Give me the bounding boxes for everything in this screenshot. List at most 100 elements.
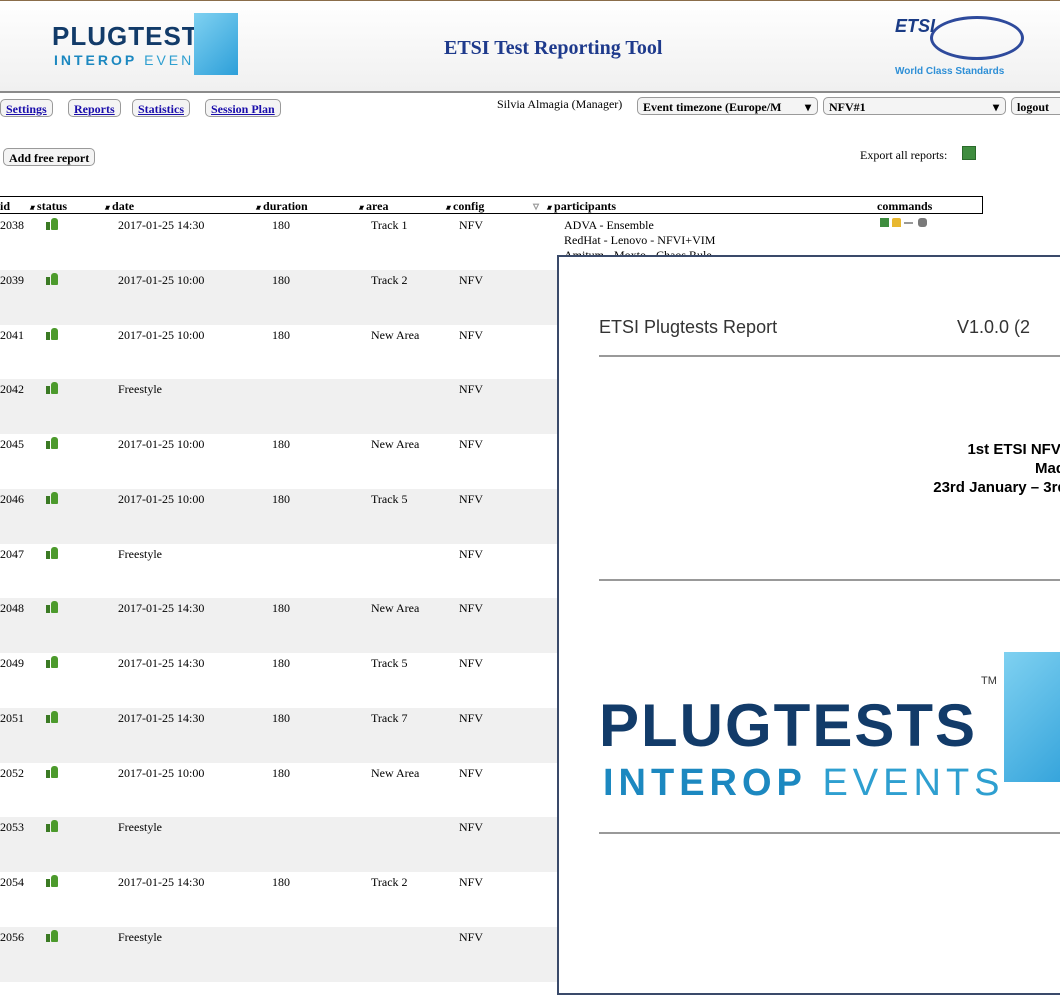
cell-date: 2017-01-25 10:00 — [118, 437, 205, 451]
cell-duration: 180 — [272, 272, 290, 287]
cell-config: NFV — [459, 929, 484, 944]
cell-duration: 180 — [272, 491, 290, 506]
cell-config: NFV — [459, 710, 484, 725]
col-area[interactable]: area — [359, 199, 388, 214]
cell-area: New Area — [371, 601, 420, 616]
cell-config: NFV — [459, 765, 484, 780]
preview-logo-subtitle: INTEROP EVENTS — [603, 762, 1005, 804]
cell-id[interactable]: 2038 — [0, 218, 24, 233]
cell-id[interactable]: 2049 — [0, 656, 24, 671]
filter-icon[interactable]: ▿ — [533, 199, 539, 214]
cell-date: 2017-01-25 14:30 — [118, 218, 205, 232]
cell-date: 2017-01-25 10:00 — [118, 765, 205, 780]
preview-divider — [599, 355, 1060, 357]
plugtests-arrow-icon — [194, 13, 238, 75]
event-select[interactable]: NFV#1 — [823, 97, 1006, 116]
lock-icon[interactable] — [892, 218, 901, 227]
cell-area: Track 5 — [371, 491, 408, 506]
preview-divider — [599, 579, 1060, 581]
cell-area: Track 5 — [371, 656, 408, 670]
cell-id[interactable]: 2048 — [0, 601, 24, 616]
cell-date: 2017-01-25 14:30 — [118, 875, 205, 889]
cell-duration: 180 — [272, 656, 290, 670]
col-commands: commands — [877, 199, 933, 213]
app-header: PLUGTESTS INTEROP EVENTS ETSI Test Repor… — [0, 0, 1060, 93]
logout-button[interactable]: logout — [1011, 97, 1060, 115]
col-duration[interactable]: duration — [256, 199, 308, 214]
cell-date: 2017-01-25 14:30 — [118, 656, 205, 670]
statistics-button[interactable]: Statistics — [132, 99, 190, 117]
table-header: id status date duration area config ▿ pa… — [0, 196, 983, 214]
cell-config: NFV — [459, 875, 484, 889]
cell-area: Track 2 — [371, 272, 408, 287]
timezone-select[interactable]: Event timezone (Europe/M — [637, 97, 818, 115]
cell-duration: 180 — [272, 327, 290, 342]
thumbs-down-icon[interactable] — [918, 218, 927, 227]
thumbs-up-icon — [46, 218, 58, 230]
cell-date: 2017-01-25 10:00 — [118, 272, 205, 287]
minus-icon[interactable] — [904, 222, 913, 224]
plugtests-arrow-icon — [1004, 652, 1060, 782]
col-config[interactable]: config — [446, 199, 484, 214]
col-id[interactable]: id — [0, 199, 10, 214]
preview-plugtests-logo: PLUGTESTS — [599, 692, 978, 759]
etsi-logo: ETSI — [895, 16, 936, 36]
session-plan-button[interactable]: Session Plan — [205, 99, 281, 117]
thumbs-up-icon — [46, 875, 58, 887]
cell-id[interactable]: 2052 — [0, 766, 24, 781]
cell-config: NFV — [459, 218, 484, 232]
cell-config: NFV — [459, 327, 484, 342]
cell-id[interactable]: 2056 — [0, 930, 24, 945]
cell-date: 2017-01-25 14:30 — [118, 601, 205, 616]
cell-duration: 180 — [272, 601, 290, 616]
cell-id[interactable]: 2051 — [0, 711, 24, 726]
cell-id[interactable]: 2041 — [0, 328, 24, 343]
cell-id[interactable]: 2039 — [0, 273, 24, 288]
thumbs-up-icon — [46, 272, 58, 285]
cell-date: Freestyle — [118, 929, 162, 944]
thumbs-up-icon — [46, 491, 58, 504]
cell-area: New Area — [371, 765, 420, 780]
excel-icon[interactable] — [880, 218, 889, 227]
cell-config: NFV — [459, 820, 484, 835]
preview-title: ETSI Plugtests Report — [599, 317, 778, 337]
thumbs-up-icon — [46, 656, 58, 668]
cell-date: 2017-01-25 10:00 — [118, 491, 205, 506]
cell-config: NFV — [459, 546, 484, 561]
cell-id[interactable]: 2045 — [0, 437, 24, 452]
cell-date: 2017-01-25 14:30 — [118, 710, 205, 725]
thumbs-up-icon — [46, 710, 58, 723]
col-date[interactable]: date — [105, 199, 134, 214]
plugtests-logo: PLUGTESTS — [52, 21, 218, 51]
cell-id[interactable]: 2042 — [0, 382, 24, 397]
cell-area: Track 2 — [371, 875, 408, 889]
cell-date: 2017-01-25 10:00 — [118, 327, 205, 342]
cell-id[interactable]: 2047 — [0, 547, 24, 562]
etsi-globe-icon — [930, 16, 1024, 60]
participant-line: ADVA - Ensemble — [564, 218, 654, 232]
event-dates: 23rd January – 3rd I — [933, 479, 1060, 496]
cell-config: NFV — [459, 601, 484, 616]
cell-area: Track 7 — [371, 710, 408, 725]
col-status[interactable]: status — [30, 199, 67, 214]
participant-line: RedHat - Lenovo - NFVI+VIM — [564, 233, 716, 247]
trademark-mark: TM — [981, 675, 997, 687]
cell-id[interactable]: 2054 — [0, 875, 24, 890]
thumbs-up-icon — [46, 382, 58, 395]
thumbs-up-icon — [46, 820, 58, 833]
report-preview-panel: ETSI Plugtests Report V1.0.0 (2 1st ETSI… — [557, 255, 1060, 995]
excel-export-icon[interactable] — [962, 146, 976, 160]
cell-area: Track 1 — [371, 218, 408, 232]
col-participants[interactable]: participants — [547, 199, 616, 214]
cell-date: Freestyle — [118, 546, 162, 561]
cell-id[interactable]: 2053 — [0, 820, 24, 835]
reports-button[interactable]: Reports — [68, 99, 121, 117]
thumbs-up-icon — [46, 546, 58, 559]
preview-event-info: 1st ETSI NFV P Madri 23rd January – 3rd … — [933, 440, 1060, 497]
event-location: Madri — [1034, 460, 1060, 477]
add-free-report-button[interactable]: Add free report — [3, 148, 96, 166]
settings-button[interactable]: Settings — [0, 99, 53, 117]
cell-id[interactable]: 2046 — [0, 492, 24, 507]
cell-duration: 180 — [272, 710, 290, 725]
thumbs-up-icon — [46, 327, 58, 340]
